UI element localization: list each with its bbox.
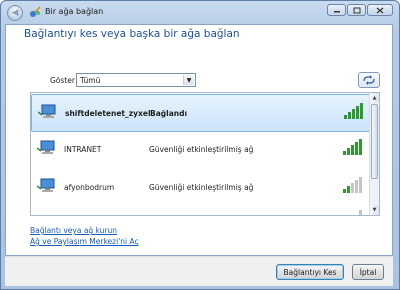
network-status: Güvenliği etkinleştirilmiş ağ [149,145,254,154]
page-title: Bağlantıyı kes veya başka bir ağa bağlan [24,28,240,40]
network-computer-icon [37,178,55,192]
maximize-icon [353,7,360,13]
network-name: shiftdeletenet_zyxel [65,109,151,118]
minimize-icon [333,11,340,13]
scroll-thumb[interactable] [371,104,378,179]
title-bar: ◀ Bir ağa bağlan [1,1,399,25]
scroll-up-arrow-icon[interactable]: ▲ [370,93,379,103]
filter-value: Tümü [80,76,101,85]
minimize-button[interactable] [327,4,346,16]
maximize-button[interactable] [347,4,366,16]
network-computer-icon [37,140,55,154]
signal-strength-icon [343,139,362,155]
network-name: afyonbodrum [64,183,115,192]
list-scrollbar[interactable]: ▲ ▼ [369,93,379,215]
open-network-center-link[interactable]: Ağ ve Paylaşım Merkezi'ni Aç [30,237,139,246]
network-computer-icon [38,104,56,118]
network-status: Güvenliği etkinleştirilmiş ağ [149,183,254,192]
network-list[interactable]: shiftdeletenet_zyxel Bağlandı INTRANET G… [30,92,380,216]
signal-strength-icon [359,210,362,215]
network-row-afyonbodrum[interactable]: afyonbodrum Güvenliği etkinleştirilmiş a… [31,169,371,207]
signal-strength-icon [343,177,362,193]
network-row-partial[interactable] [31,207,371,216]
setup-connection-link[interactable]: Bağlantı veya ağ kurun [30,226,117,235]
network-row-shiftdeletenet-zyxel[interactable]: shiftdeletenet_zyxel Bağlandı [31,94,371,132]
filter-label: Göster [50,76,75,85]
refresh-icon [363,75,375,85]
chevron-down-icon: ▼ [183,75,194,85]
close-icon [376,7,384,13]
network-name: INTRANET [64,145,102,154]
close-button[interactable] [367,4,393,16]
signal-strength-icon [344,103,363,119]
network-status: Bağlandı [150,109,188,118]
network-row-intranet[interactable]: INTRANET Güvenliği etkinleştirilmiş ağ [31,131,371,169]
back-arrow-icon[interactable]: ◀ [7,5,23,21]
refresh-button[interactable] [358,72,380,88]
caption-buttons [327,4,393,16]
window-title: Bir ağa bağlan [45,7,104,16]
filter-dropdown[interactable]: Tümü ▼ [76,73,196,87]
disconnect-button[interactable]: Bağlantıyı Kes [276,264,344,280]
cancel-button[interactable]: İptal [352,264,384,280]
scroll-down-arrow-icon[interactable]: ▼ [370,205,379,215]
network-computer-icon [37,215,57,216]
network-wizard-icon [30,6,41,17]
